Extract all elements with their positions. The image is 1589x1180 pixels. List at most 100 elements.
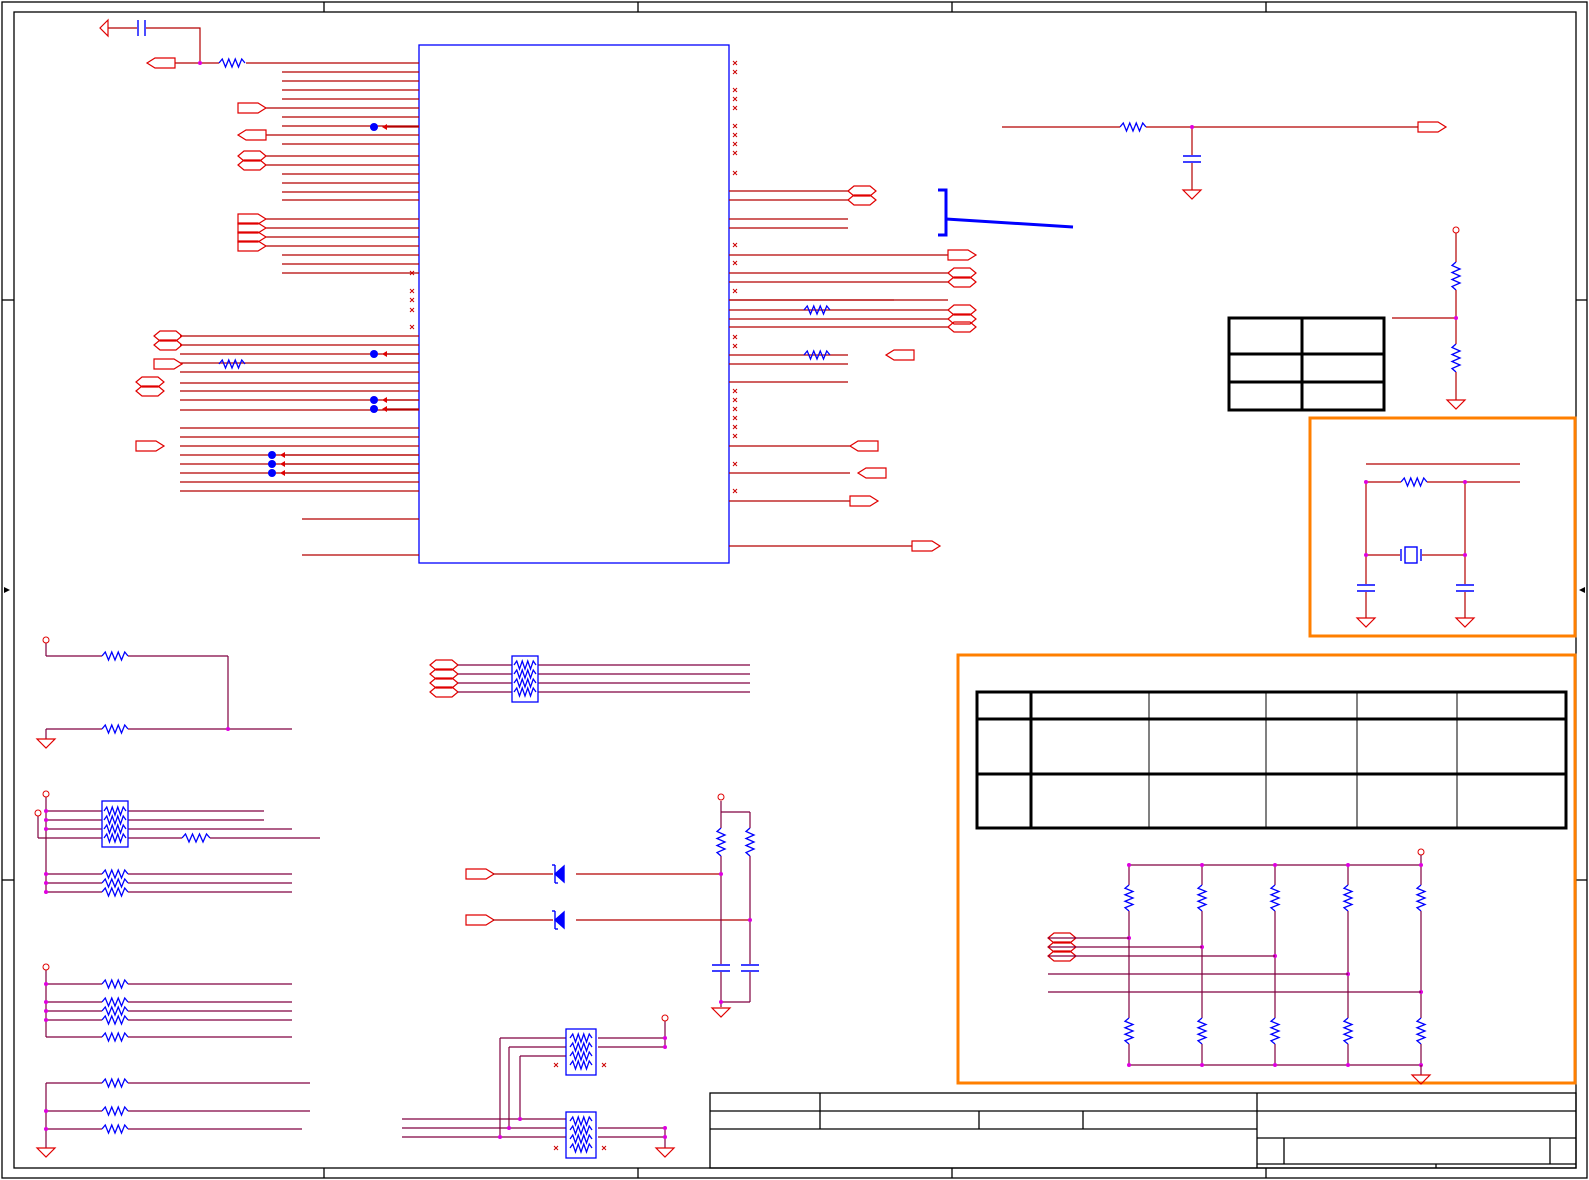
- off-page-arrow-icon: [884, 349, 915, 361]
- power-pin-circle-icon: [1452, 226, 1460, 234]
- power-pin-circle-icon: [42, 636, 50, 644]
- no-connect-x-icon: [409, 307, 415, 313]
- resistor-zigzag-icon: [1123, 1017, 1135, 1045]
- pull-up-network-1: [45, 643, 292, 739]
- test-point-arrow: [280, 461, 285, 467]
- no-connect-x-icon: [732, 288, 738, 294]
- no-connect-x-icon: [409, 324, 415, 330]
- ground-triangle-icon: [1355, 617, 1377, 628]
- no-connect-x-icon: [601, 1145, 607, 1151]
- off-page-arrow-icon: [99, 18, 109, 38]
- resistor-zigzag-icon: [1269, 884, 1281, 912]
- resistor-zigzag-icon: [1450, 343, 1462, 373]
- resistor-zigzag-icon: [101, 1077, 129, 1089]
- off-page-arrow-icon: [153, 358, 184, 370]
- resistor-zigzag-icon: [513, 659, 537, 671]
- resistor-zigzag-icon: [101, 1031, 129, 1043]
- resistor-zigzag-icon: [103, 823, 127, 835]
- test-point-dot-icon: [370, 396, 378, 404]
- no-connect-x-icon: [732, 170, 738, 176]
- junction-dot: [1200, 1063, 1204, 1067]
- no-connect-x-icon: [732, 397, 738, 403]
- off-page-connectors: [135, 57, 1448, 962]
- no-connect-x-icon: [409, 297, 415, 303]
- strap-config-table: [975, 690, 1568, 830]
- main-ic-body[interactable]: [418, 44, 730, 564]
- junction-dot: [44, 872, 48, 876]
- resistor-zigzag-icon: [1342, 884, 1354, 912]
- ground-triangle-icon: [35, 738, 57, 749]
- junction-dot: [44, 818, 48, 822]
- test-point-dot-icon: [370, 123, 378, 131]
- resistor-zigzag-icon: [1196, 1017, 1208, 1045]
- off-page-arrow-icon: [1417, 121, 1448, 133]
- no-connect-x-icon: [732, 433, 738, 439]
- resistor-zigzag-icon: [715, 827, 727, 857]
- resistor-zigzag-icon: [101, 1005, 129, 1017]
- power-pin-circle-icon: [717, 793, 725, 801]
- resistor-zigzag-icon: [101, 1014, 129, 1026]
- resistor-zigzag-icon: [103, 805, 127, 817]
- reset-rc-filter: [1002, 126, 1418, 190]
- ground-symbols: [35, 189, 1476, 1158]
- no-connect-x-icon: [732, 105, 738, 111]
- resistor-zigzag-icon: [181, 832, 211, 844]
- resistor-zigzag-icon: [569, 1142, 593, 1154]
- no-connect-x-icon: [732, 132, 738, 138]
- resistor-zigzag-icon: [103, 814, 127, 826]
- resistor-zigzag-icon: [103, 832, 127, 844]
- junction-dot: [44, 1109, 48, 1113]
- resistor-zigzag-icon: [101, 978, 129, 990]
- no-connect-x-icon: [732, 87, 738, 93]
- crystal-icon: [1400, 546, 1422, 564]
- capacitor-icon: [1183, 155, 1201, 163]
- no-connect-x-icon: [553, 1062, 559, 1068]
- ground-triangle-icon: [35, 1147, 57, 1158]
- main-ic[interactable]: [180, 44, 948, 564]
- test-point-dot-icon: [370, 405, 378, 413]
- resistor-zigzag-icon: [101, 1123, 129, 1135]
- resistor-zigzag-icon: [218, 358, 246, 370]
- resistor-zigzag-icon: [1119, 121, 1147, 133]
- no-connect-x-icon: [732, 334, 738, 340]
- pull-up-network-2: [37, 797, 320, 893]
- test-point-dot-icon: [268, 460, 276, 468]
- resistor-zigzag-icon: [101, 1105, 129, 1117]
- no-connect-x-icon: [732, 69, 738, 75]
- test-point-arrow: [382, 351, 387, 357]
- junction-dot: [44, 827, 48, 831]
- no-connect-x-icon: [732, 141, 738, 147]
- junction-dot: [498, 1036, 667, 1139]
- resistor-zigzag-icon: [569, 1041, 593, 1053]
- test-point-arrow: [382, 406, 387, 412]
- junction-dot: [719, 872, 752, 1004]
- no-connect-x-icon: [732, 96, 738, 102]
- junction-dot: [44, 982, 48, 986]
- resistor-zigzag-icon: [1269, 1017, 1281, 1045]
- crystal-oscillator-box: [1308, 416, 1577, 638]
- junction-dot: [1346, 1063, 1350, 1067]
- resistor-zigzag-icon: [101, 650, 129, 662]
- junction-dot: [1273, 863, 1277, 867]
- junction-dot: [226, 727, 230, 731]
- resistor-zigzag-icon: [101, 996, 129, 1008]
- test-point-arrow: [280, 470, 285, 476]
- capacitor-icon: [712, 964, 759, 972]
- ground-triangle-icon: [1445, 399, 1467, 410]
- junction-dot: [198, 61, 202, 65]
- test-point-arrow: [280, 452, 285, 458]
- resistor-zigzag-icon: [1400, 476, 1428, 488]
- resistor-zigzag-icon: [569, 1059, 593, 1071]
- strap-option-table: [1227, 316, 1386, 412]
- resistor-pack-net: [458, 664, 750, 693]
- resistor-zigzag-icon: [218, 57, 246, 69]
- junction-dot: [1346, 863, 1350, 867]
- junction-dot: [1364, 480, 1467, 557]
- resistor-zigzag-icon: [569, 1115, 593, 1127]
- resistor-pack-group: [402, 1021, 666, 1148]
- resistor-zigzag-icon: [569, 1124, 593, 1136]
- strap-divider: [1392, 233, 1457, 400]
- diode-isolation: [493, 873, 750, 921]
- no-connect-x-icon: [732, 150, 738, 156]
- no-connect-x-icon: [732, 461, 738, 467]
